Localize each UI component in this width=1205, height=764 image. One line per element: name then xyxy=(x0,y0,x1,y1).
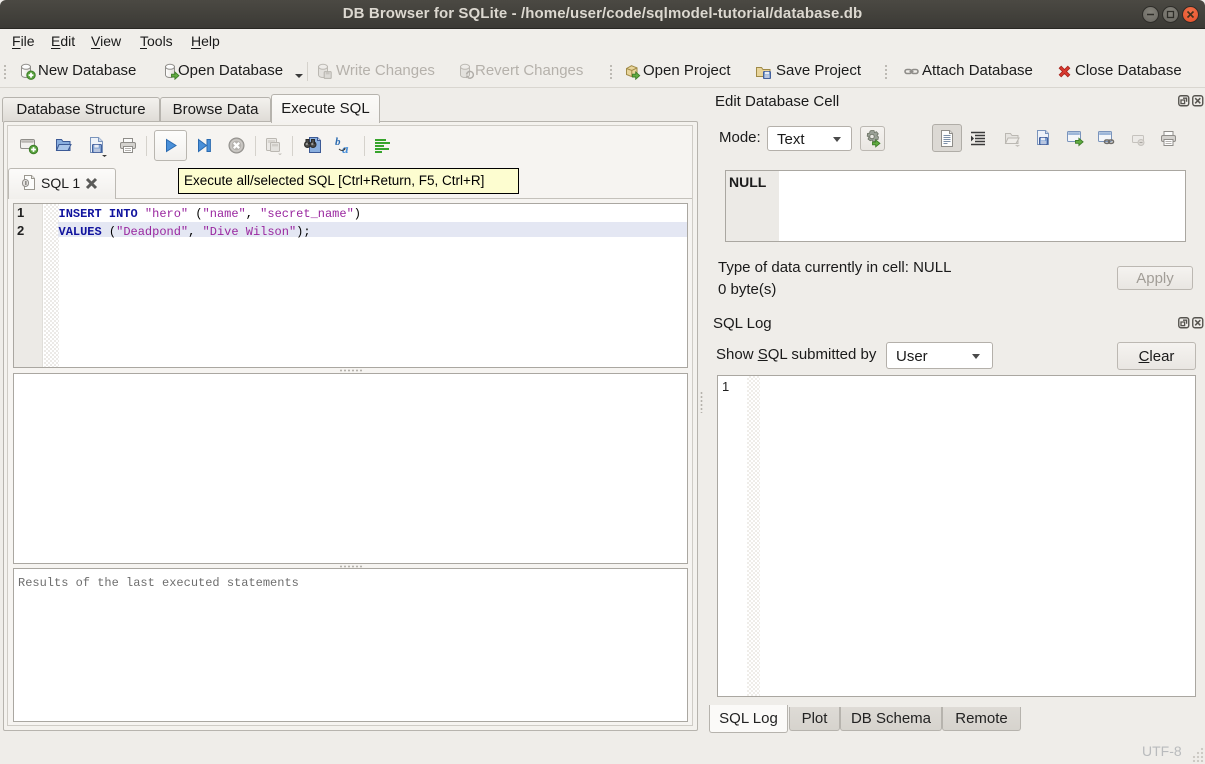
svg-text:b: b xyxy=(335,136,341,148)
svg-text:a: a xyxy=(342,141,349,155)
